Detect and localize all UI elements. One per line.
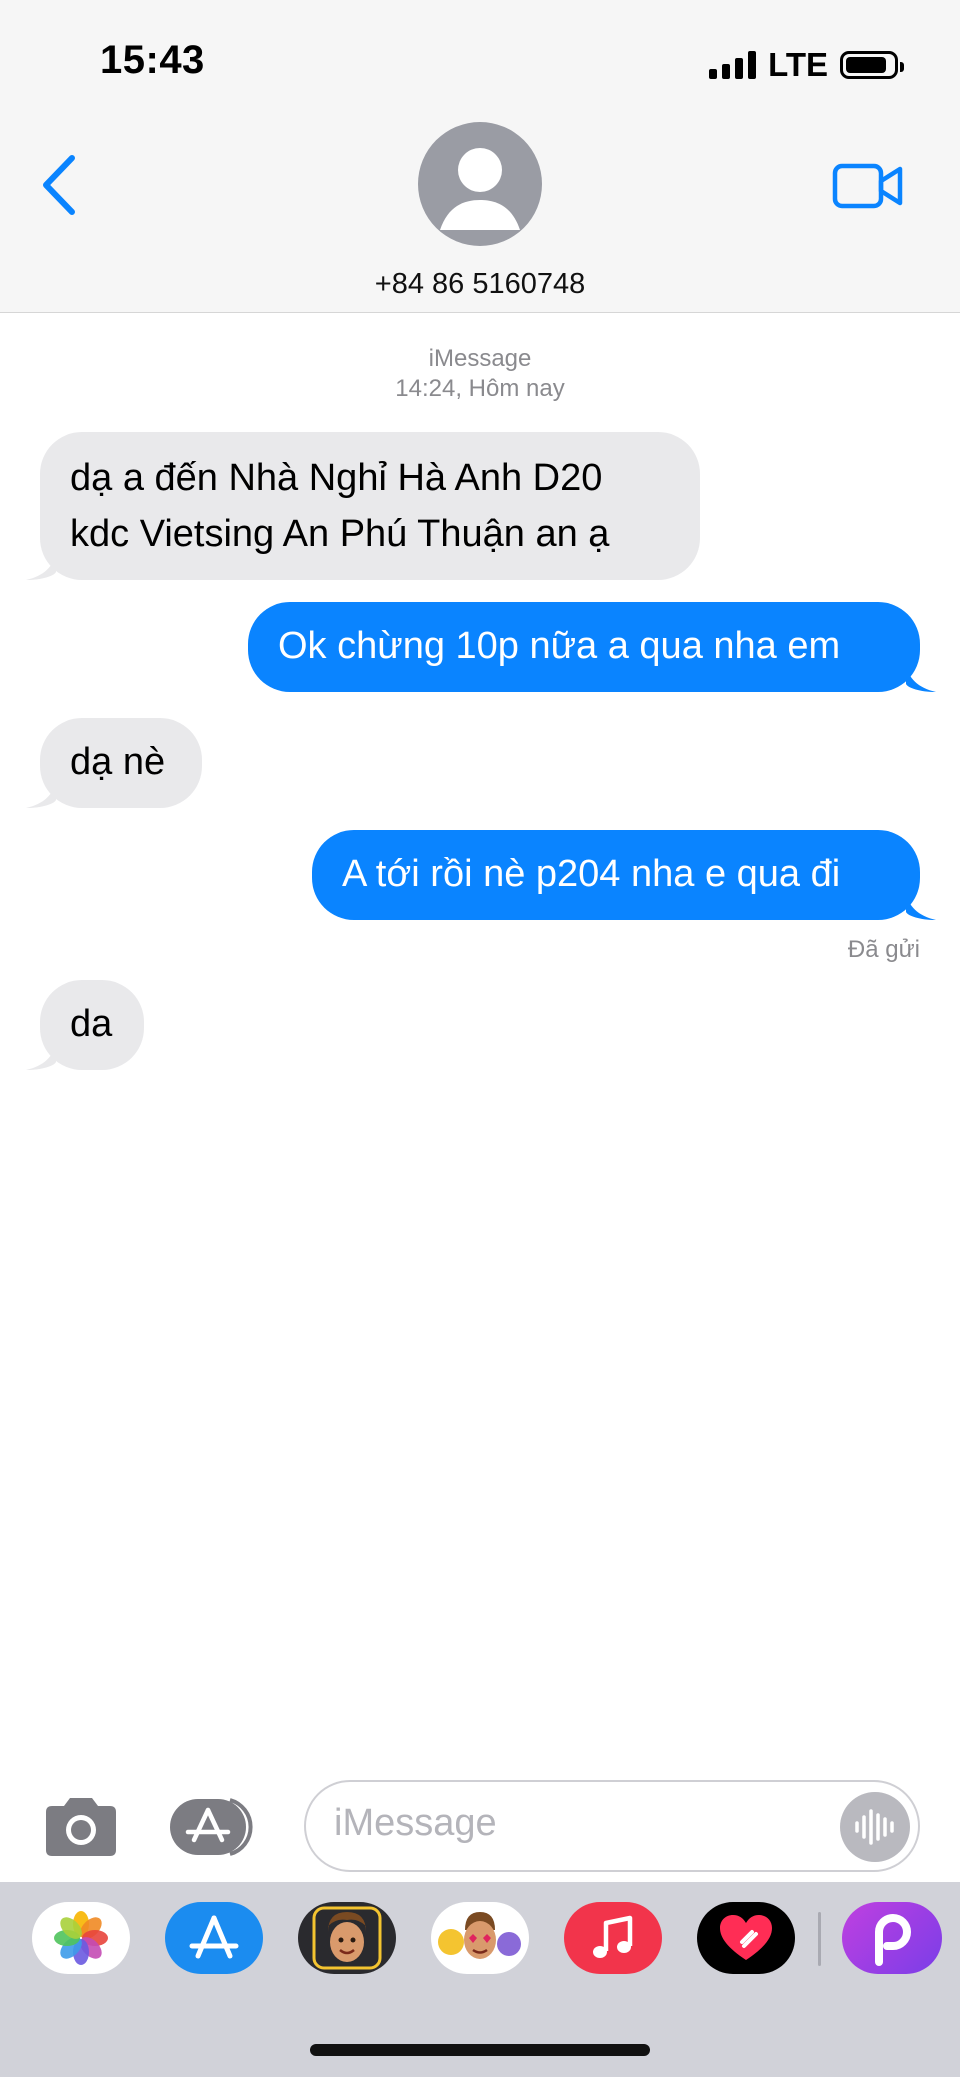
battery-icon (840, 51, 904, 79)
bubble-tail (26, 780, 56, 808)
app-picsart[interactable] (842, 1902, 942, 1974)
app-store-icon (189, 1915, 239, 1959)
photos-icon (54, 1911, 108, 1965)
message-bubble-incoming[interactable]: dạ nè (40, 718, 202, 808)
service-label: iMessage (428, 345, 532, 372)
back-button[interactable] (36, 152, 86, 218)
waveform-icon (855, 1809, 894, 1845)
delivered-status: Đã gửi (847, 936, 920, 963)
memoji-icon (312, 1906, 382, 1970)
message-line: kdc Vietsing An Phú Thuận an ạ (70, 513, 610, 555)
video-camera-icon (832, 163, 903, 209)
message-bubble-outgoing[interactable]: A tới rồi nè p204 nha e qua đi (312, 830, 920, 920)
apps-button[interactable] (170, 1796, 262, 1858)
home-indicator[interactable] (310, 2044, 650, 2056)
music-icon (593, 1915, 633, 1958)
app-store[interactable] (165, 1902, 263, 1974)
app-memoji-stickers[interactable] (431, 1902, 529, 1974)
bubble-tail (26, 1042, 56, 1070)
audio-message-button[interactable] (840, 1792, 910, 1862)
message-input[interactable]: iMessage (304, 1780, 920, 1872)
message-line: dạ a đến Nhà Nghỉ Hà Anh D20 (70, 457, 603, 499)
bubble-tail (906, 664, 936, 692)
chevron-left-icon (43, 155, 75, 215)
memoji-stickers-icon (438, 1912, 521, 1959)
contact-avatar[interactable] (418, 122, 542, 246)
facetime-video-button[interactable] (832, 160, 904, 212)
app-digital-touch[interactable] (697, 1902, 795, 1974)
person-icon (440, 148, 520, 230)
conversation-header: 15:43 LTE +84 86 5160748 (0, 0, 960, 313)
app-store-icon (170, 1798, 253, 1856)
drawer-divider (818, 1912, 821, 1966)
message-bubble-incoming[interactable]: dạ a đến Nhà Nghỉ Hà Anh D20 kdc Vietsin… (40, 432, 700, 580)
bubble-tail (26, 552, 56, 580)
network-type: LTE (768, 46, 828, 83)
camera-icon (46, 1798, 116, 1856)
app-memoji[interactable] (298, 1902, 396, 1974)
signal-strength-icon (709, 51, 757, 79)
conversation-timestamp: 14:24, Hôm nay (395, 375, 565, 402)
contact-name[interactable]: +84 86 5160748 (0, 268, 960, 301)
camera-button[interactable] (42, 1796, 120, 1858)
picsart-icon (875, 1914, 911, 1966)
bubble-tail (906, 892, 936, 920)
app-music[interactable] (564, 1902, 662, 1974)
app-photos[interactable] (32, 1902, 130, 1974)
message-bubble-outgoing[interactable]: Ok chừng 10p nữa a qua nha em (248, 602, 920, 692)
status-indicators: LTE (709, 46, 904, 84)
message-input-placeholder: iMessage (334, 1802, 497, 1844)
conversation-meta: iMessage 14:24, Hôm nay (0, 345, 960, 403)
status-time: 15:43 (100, 38, 205, 82)
digital-touch-icon (720, 1915, 772, 1960)
